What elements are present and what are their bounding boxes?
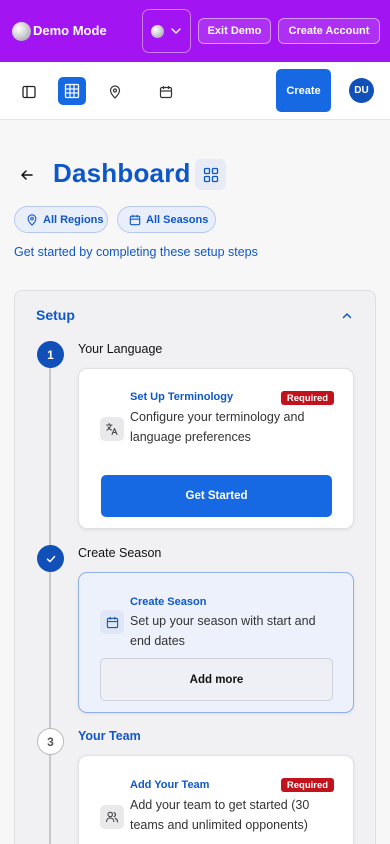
globe-icon <box>151 25 164 38</box>
step-card-add-team: Add Your Team Required Add your team to … <box>78 755 354 844</box>
create-account-button[interactable]: Create Account <box>278 18 380 44</box>
location-pin-icon <box>27 213 37 226</box>
location-pin-icon[interactable] <box>102 79 128 105</box>
setup-header[interactable]: Setup <box>36 307 75 323</box>
users-icon <box>100 805 124 829</box>
step-card-terminology: Set Up Terminology Required Configure yo… <box>78 368 354 529</box>
demo-mode-bar: Demo Mode Exit Demo Create Account <box>0 0 390 62</box>
page-title: Dashboard <box>53 158 191 188</box>
user-avatar[interactable]: DU <box>349 78 374 103</box>
language-selector[interactable] <box>142 9 191 53</box>
card-title: Add Your Team <box>130 779 210 791</box>
step-complete-check-icon <box>37 545 64 572</box>
create-button[interactable]: Create <box>276 69 331 112</box>
add-more-button[interactable]: Add more <box>100 658 333 701</box>
seasons-filter-chip[interactable]: All Seasons <box>117 206 216 233</box>
card-description: Configure your terminology and language … <box>130 410 305 444</box>
step-title: Your Language <box>78 342 163 356</box>
card-description: Add your team to get started (30 teams a… <box>130 798 310 832</box>
step-marker-3: 3 <box>37 728 64 755</box>
translate-icon <box>100 417 124 441</box>
app-logo-icon <box>12 22 31 41</box>
demo-mode-title: Demo Mode <box>33 23 107 38</box>
seasons-filter-label: All Seasons <box>146 213 209 226</box>
calendar-icon <box>100 610 124 634</box>
chevron-down-icon <box>171 28 181 34</box>
card-title: Set Up Terminology <box>130 391 234 403</box>
get-started-button[interactable]: Get Started <box>101 475 332 517</box>
card-description: Set up your season with start and end da… <box>130 614 316 648</box>
step-title: Your Team <box>78 729 141 743</box>
grid-view-icon[interactable] <box>58 77 86 105</box>
app-toolbar: Create DU <box>0 62 390 120</box>
required-badge: Required <box>281 778 334 792</box>
exit-demo-button[interactable]: Exit Demo <box>198 18 271 44</box>
step-rail <box>49 366 51 844</box>
calendar-icon[interactable] <box>153 79 179 105</box>
dashboard-widgets-icon[interactable] <box>195 159 226 190</box>
step-marker-1: 1 <box>37 341 64 368</box>
regions-filter-label: All Regions <box>43 213 104 226</box>
step-title: Create Season <box>78 546 162 560</box>
card-title: Create Season <box>130 596 207 608</box>
back-arrow-icon[interactable] <box>18 166 36 184</box>
sidebar-toggle-icon[interactable] <box>16 79 42 105</box>
setup-subtitle: Get started by completing these setup st… <box>14 245 258 259</box>
regions-filter-chip[interactable]: All Regions <box>14 206 108 233</box>
chevron-up-icon[interactable] <box>340 309 354 323</box>
step-card-create-season: Create Season Set up your season with st… <box>78 572 354 713</box>
calendar-icon <box>129 214 141 225</box>
required-badge: Required <box>281 391 334 405</box>
